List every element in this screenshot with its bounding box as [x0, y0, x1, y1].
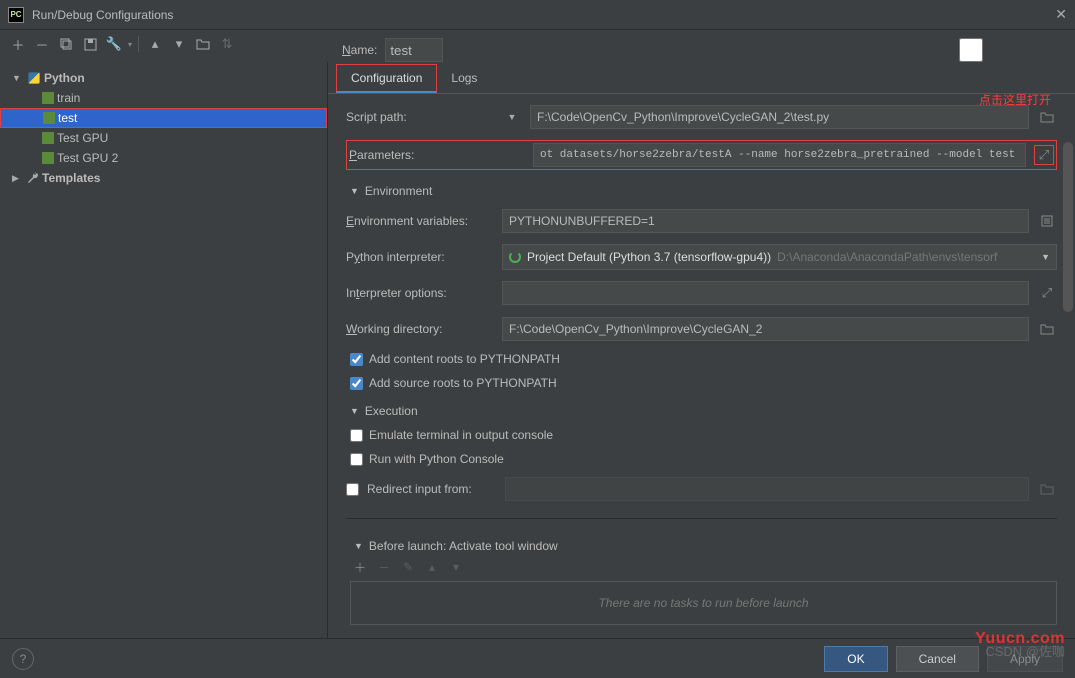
- toolbar-separator: [138, 36, 139, 52]
- env-vars-label: Environment variables:: [346, 214, 494, 228]
- parameters-label: Parameters:: [349, 148, 497, 162]
- edit-task-button: ✎: [398, 557, 418, 577]
- tab-logs[interactable]: Logs: [437, 65, 491, 93]
- chevron-down-icon: ▼: [1041, 252, 1050, 262]
- move-up-button: ▴: [422, 557, 442, 577]
- python-icon: [27, 71, 41, 85]
- python-file-icon: [43, 112, 55, 124]
- caret-right-icon: ▶: [12, 173, 24, 184]
- move-up-button[interactable]: ▴: [145, 34, 165, 54]
- caret-down-icon: ▼: [12, 73, 24, 83]
- before-launch-section[interactable]: ▼Before launch: Activate tool window: [350, 539, 1057, 553]
- tab-configuration[interactable]: Configuration: [336, 64, 437, 93]
- save-config-button[interactable]: [80, 34, 100, 54]
- parameters-input[interactable]: [533, 143, 1026, 167]
- vertical-scrollbar[interactable]: [1063, 142, 1073, 596]
- name-bar: Name: Share through VCS ? Allow parallel…: [342, 35, 1063, 65]
- ok-button[interactable]: OK: [824, 646, 887, 672]
- pycharm-icon: PC: [8, 7, 24, 23]
- remove-task-button: －: [374, 557, 394, 577]
- config-tabs: Configuration Logs: [328, 62, 1075, 94]
- caret-down-icon: ▼: [350, 186, 359, 196]
- add-source-roots-checkbox[interactable]: Add source roots to PYTHONPATH: [346, 376, 1057, 390]
- add-content-roots-checkbox[interactable]: Add content roots to PYTHONPATH: [346, 352, 1057, 366]
- config-form: 点击这里打开 Script path: ▼ Parameters: ⤢ ▼Env…: [328, 94, 1075, 638]
- config-tree: ▼ Python train test Test GPU Test GPU 2 …: [0, 62, 328, 638]
- tree-item-test-gpu-2[interactable]: Test GPU 2: [0, 148, 327, 168]
- tree-item-test[interactable]: test: [0, 108, 327, 128]
- main-area: ▼ Python train test Test GPU Test GPU 2 …: [0, 62, 1075, 638]
- tree-item-train[interactable]: train: [0, 88, 327, 108]
- tree-templates[interactable]: ▶ Templates: [0, 168, 327, 188]
- execution-section[interactable]: ▼Execution: [346, 404, 1057, 418]
- interpreter-row: Python interpreter: Project Default (Pyt…: [346, 244, 1057, 270]
- workdir-label: Working directory:: [346, 322, 494, 336]
- folder-icon[interactable]: [1037, 319, 1057, 339]
- script-path-label: Script path:: [346, 110, 494, 124]
- caret-down-icon: ▼: [354, 541, 363, 551]
- expand-icon[interactable]: ⤢: [1037, 283, 1057, 303]
- interp-options-row: Interpreter options: ⤢: [346, 280, 1057, 306]
- list-icon[interactable]: [1037, 211, 1057, 231]
- interp-options-input[interactable]: [502, 281, 1029, 305]
- emulate-terminal-checkbox[interactable]: Emulate terminal in output console: [346, 428, 1057, 442]
- folder-icon: [1037, 479, 1057, 499]
- env-vars-input[interactable]: [502, 209, 1029, 233]
- before-launch-panel: ▼Before launch: Activate tool window ＋ －…: [346, 535, 1057, 625]
- folder-icon[interactable]: [193, 34, 213, 54]
- content-panel: Configuration Logs 点击这里打开 Script path: ▼…: [328, 62, 1075, 638]
- add-task-button[interactable]: ＋: [350, 557, 370, 577]
- python-file-icon: [42, 152, 54, 164]
- loading-icon: [509, 251, 521, 263]
- copy-config-button[interactable]: [56, 34, 76, 54]
- window-title: Run/Debug Configurations: [32, 8, 1055, 22]
- python-file-icon: [42, 132, 54, 144]
- python-file-icon: [42, 92, 54, 104]
- redirect-label: Redirect input from:: [367, 482, 497, 496]
- divider: [346, 518, 1057, 519]
- move-down-button: ▾: [446, 557, 466, 577]
- add-config-button[interactable]: ＋: [8, 34, 28, 54]
- workdir-row: Working directory:: [346, 316, 1057, 342]
- parameters-row: Parameters: ⤢: [346, 140, 1057, 170]
- folder-icon[interactable]: [1037, 107, 1057, 127]
- title-bar: PC Run/Debug Configurations ✕: [0, 0, 1075, 30]
- environment-section[interactable]: ▼Environment: [346, 184, 1057, 198]
- interp-options-label: Interpreter options:: [346, 286, 494, 300]
- dialog-footer: ? OK Cancel Apply: [0, 638, 1075, 678]
- redirect-checkbox[interactable]: [346, 483, 359, 496]
- env-vars-row: Environment variables:: [346, 208, 1057, 234]
- redirect-input-row: Redirect input from:: [346, 476, 1057, 502]
- python-console-checkbox[interactable]: Run with Python Console: [346, 452, 1057, 466]
- wrench-icon: [27, 172, 39, 184]
- name-input[interactable]: [385, 38, 443, 62]
- interpreter-select[interactable]: Project Default (Python 3.7 (tensorflow-…: [502, 244, 1057, 270]
- remove-config-button[interactable]: －: [32, 34, 52, 54]
- scrollbar-thumb[interactable]: [1063, 142, 1073, 312]
- expand-icon[interactable]: ⤢: [1034, 145, 1054, 165]
- script-path-input[interactable]: [530, 105, 1029, 129]
- cancel-button[interactable]: Cancel: [896, 646, 979, 672]
- tree-python[interactable]: ▼ Python: [0, 68, 327, 88]
- tree-item-test-gpu[interactable]: Test GPU: [0, 128, 327, 148]
- name-label: Name:: [342, 43, 377, 57]
- redirect-input: [505, 477, 1029, 501]
- before-launch-empty: There are no tasks to run before launch: [350, 581, 1057, 625]
- wrench-icon[interactable]: 🔧: [104, 34, 124, 54]
- caret-down-icon: ▼: [350, 406, 359, 416]
- move-down-button[interactable]: ▾: [169, 34, 189, 54]
- help-button[interactable]: ?: [12, 648, 34, 670]
- interpreter-label: Python interpreter:: [346, 250, 494, 264]
- annotation-click-here: 点击这里打开: [979, 94, 1051, 108]
- watermark-csdn: CSDN @佐咖: [985, 641, 1065, 660]
- close-icon[interactable]: ✕: [1055, 6, 1067, 23]
- script-path-row: Script path: ▼: [346, 104, 1057, 130]
- workdir-input[interactable]: [502, 317, 1029, 341]
- sort-icon: ⇅: [217, 34, 237, 54]
- chevron-down-icon[interactable]: ▼: [502, 112, 522, 122]
- before-launch-toolbar: ＋ － ✎ ▴ ▾: [350, 553, 1057, 581]
